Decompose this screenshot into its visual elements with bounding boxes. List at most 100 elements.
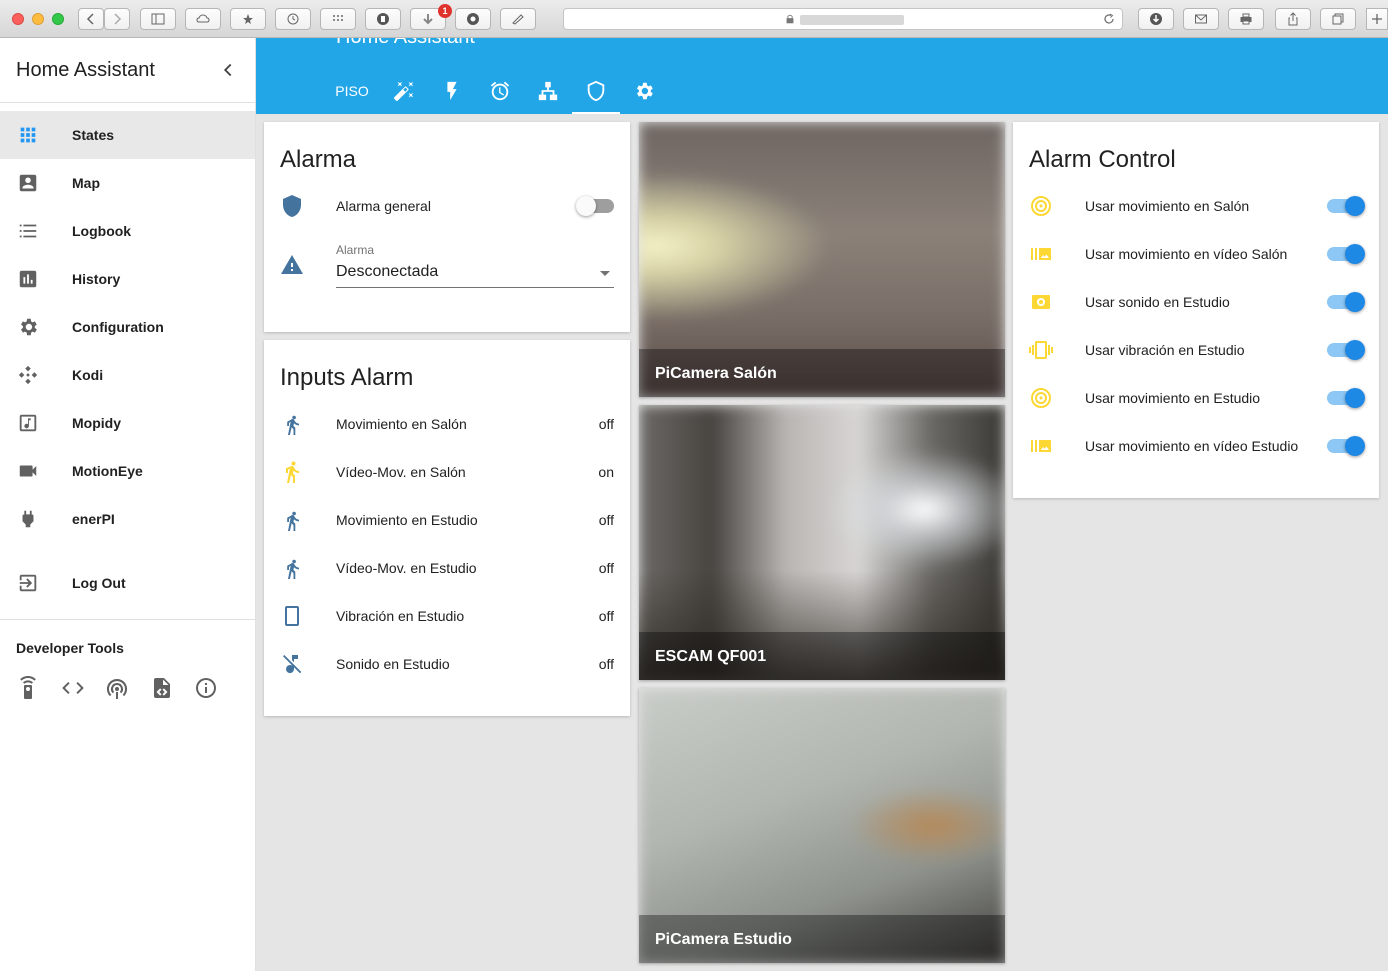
- list-item-state: off: [598, 416, 614, 432]
- alarma-select-label: Alarma: [336, 242, 375, 257]
- star-icon: [243, 14, 253, 24]
- sidebar-item-label: Configuration: [72, 319, 164, 335]
- toggle-switch[interactable]: [1327, 244, 1365, 264]
- tabs-icon: [1332, 13, 1344, 25]
- dev-services-button[interactable]: [16, 676, 61, 700]
- toggle-switch[interactable]: [1327, 388, 1365, 408]
- alarma-general-row: Alarma general: [264, 182, 630, 230]
- logout-label: Log Out: [72, 575, 126, 591]
- sidebar: Home Assistant States Map Logbook Histor…: [0, 38, 256, 971]
- sidebar-item-label: Mopidy: [72, 415, 121, 431]
- image-filter-icon: [1031, 248, 1051, 260]
- tab-power[interactable]: [428, 68, 476, 114]
- back-button[interactable]: [78, 8, 104, 30]
- forward-button[interactable]: [104, 8, 130, 30]
- alarma-select-row: Alarma Desconectada: [264, 230, 630, 300]
- mail-button[interactable]: [1183, 8, 1219, 30]
- address-bar[interactable]: [563, 8, 1123, 30]
- tab-piso[interactable]: PISO: [324, 68, 380, 114]
- notification-badge: 1: [438, 4, 452, 18]
- list-item-label: Movimiento en Salón: [336, 416, 467, 432]
- url-text-redacted: [800, 15, 904, 25]
- dev-states-button[interactable]: [61, 676, 106, 700]
- list-item-label: Vibración en Estudio: [336, 608, 465, 624]
- dev-events-button[interactable]: [105, 676, 150, 700]
- extension-2-button[interactable]: [455, 8, 491, 30]
- sidebar-item-enerpi[interactable]: enerPI: [0, 495, 255, 543]
- target-icon: [1031, 388, 1051, 408]
- sidebar-title: Home Assistant: [16, 58, 155, 81]
- list-item[interactable]: Sonido en Estudio off: [264, 640, 630, 688]
- minimize-window-button[interactable]: [32, 13, 44, 25]
- sidebar-item-logout[interactable]: Log Out: [0, 559, 255, 607]
- lock-icon: [786, 14, 794, 24]
- tab-alarms[interactable]: [476, 68, 524, 114]
- list-item-label: Vídeo-Mov. en Salón: [336, 464, 466, 480]
- sidebar-item-history[interactable]: History: [0, 255, 255, 303]
- extension-1-button[interactable]: [365, 8, 401, 30]
- walk-icon: [287, 415, 299, 435]
- walk-icon: [287, 559, 299, 579]
- list-item-state: on: [598, 464, 614, 480]
- chevron-left-icon[interactable]: [217, 59, 239, 81]
- app-toolbar: Home Assistant PISO: [256, 38, 1388, 114]
- toggle-switch[interactable]: [1327, 436, 1365, 456]
- maximize-window-button[interactable]: [52, 13, 64, 25]
- sidebar-toggle-button[interactable]: [140, 8, 176, 30]
- icloud-button[interactable]: [185, 8, 221, 30]
- tab-scenes[interactable]: [380, 68, 428, 114]
- alarma-card: Alarma Alarma general Alarma Desconectad…: [264, 122, 630, 332]
- dev-info-button[interactable]: [194, 676, 239, 700]
- downloads-button[interactable]: [1138, 8, 1174, 30]
- sidebar-item-motioneye[interactable]: MotionEye: [0, 447, 255, 495]
- sidebar-item-label: Map: [72, 175, 100, 191]
- camera-card-picamera-estudio[interactable]: PiCamera Estudio: [639, 688, 1005, 963]
- list-item-state: off: [598, 656, 614, 672]
- sidebar-item-configuration[interactable]: Configuration: [0, 303, 255, 351]
- sidebar-item-mopidy[interactable]: Mopidy: [0, 399, 255, 447]
- logout-icon: [19, 574, 37, 592]
- target-icon: [1031, 196, 1051, 216]
- tabs-overview-button[interactable]: [1320, 8, 1356, 30]
- tab-alarm[interactable]: [572, 68, 620, 114]
- list-item: Usar sonido en Estudio: [1013, 278, 1379, 326]
- list-item[interactable]: Movimiento en Estudio off: [264, 496, 630, 544]
- list-item[interactable]: Vibración en Estudio off: [264, 592, 630, 640]
- printer-icon: [1240, 13, 1252, 25]
- new-tab-button[interactable]: [1366, 8, 1388, 30]
- sidebar-item-map[interactable]: Map: [0, 159, 255, 207]
- bookmarks-button[interactable]: [230, 8, 266, 30]
- list-item[interactable]: Vídeo-Mov. en Estudio off: [264, 544, 630, 592]
- extension-3-button[interactable]: [500, 8, 536, 30]
- camera-caption: PiCamera Salón: [639, 349, 1005, 397]
- sidebar-item-logbook[interactable]: Logbook: [0, 207, 255, 255]
- top-sites-button[interactable]: [320, 8, 356, 30]
- alarma-select-value[interactable]: Desconectada: [336, 263, 614, 288]
- download-circle-icon: [1150, 13, 1162, 25]
- toggle-switch[interactable]: [1327, 340, 1365, 360]
- sidebar-item-states[interactable]: States: [0, 111, 255, 159]
- tab-network[interactable]: [524, 68, 572, 114]
- list-item-state: off: [598, 608, 614, 624]
- list-item[interactable]: Vídeo-Mov. en Salón on: [264, 448, 630, 496]
- alarm-clock-icon: [490, 81, 510, 101]
- toggle-switch[interactable]: [1327, 292, 1365, 312]
- camera-card-picamera-salon[interactable]: PiCamera Salón: [639, 122, 1005, 397]
- camera-caption: ESCAM QF001: [639, 632, 1005, 680]
- plus-icon: [1372, 14, 1382, 24]
- close-window-button[interactable]: [12, 13, 24, 25]
- dev-template-button[interactable]: [150, 676, 195, 700]
- list-item[interactable]: Movimiento en Salón off: [264, 400, 630, 448]
- share-button[interactable]: [1275, 8, 1311, 30]
- tab-settings[interactable]: [620, 68, 668, 114]
- sidebar-item-kodi[interactable]: Kodi: [0, 351, 255, 399]
- alarma-general-toggle[interactable]: [576, 196, 614, 216]
- list-item-state: off: [598, 560, 614, 576]
- alarma-select[interactable]: Alarma Desconectada: [336, 243, 614, 288]
- print-button[interactable]: [1228, 8, 1264, 30]
- camera-card-escam[interactable]: ESCAM QF001: [639, 405, 1005, 680]
- history-button[interactable]: [275, 8, 311, 30]
- access-point-icon: [107, 678, 128, 699]
- reload-icon[interactable]: [1102, 12, 1116, 26]
- toggle-switch[interactable]: [1327, 196, 1365, 216]
